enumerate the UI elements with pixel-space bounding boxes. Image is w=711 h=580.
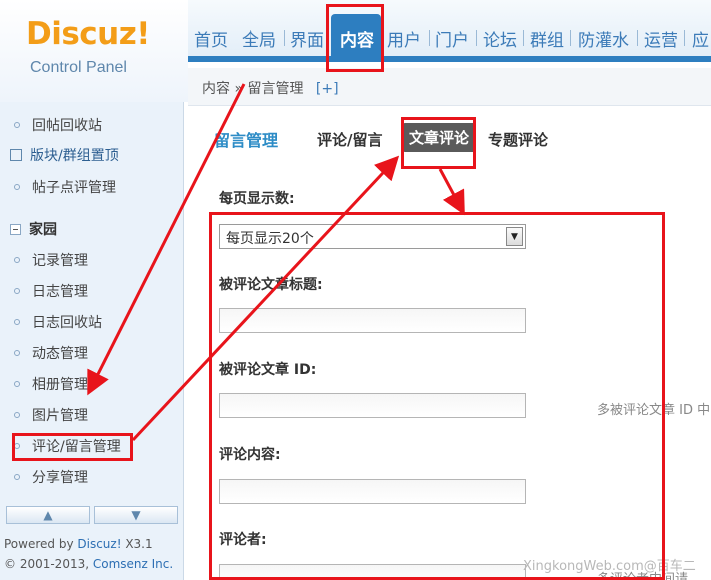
per-page-value: 每页显示20个 (226, 231, 314, 247)
sidebar-item-blogs[interactable]: 日志管理 (14, 281, 88, 301)
arrow-down-icon: ▼ (131, 508, 141, 522)
top-nav-item-apps[interactable]: 应 (688, 26, 711, 51)
top-nav-item-groups[interactable]: 群组 (526, 26, 568, 51)
page-title: 留言管理 (214, 131, 279, 150)
discuz-link[interactable]: Discuz! (77, 537, 121, 551)
per-page-select[interactable]: 每页显示20个 ▼ (219, 224, 526, 249)
sidebar-item-label: 动态管理 (32, 346, 88, 362)
top-nav-item-home[interactable]: 首页 (190, 26, 232, 51)
author-label: 评论者: (219, 532, 267, 548)
sidebar-item-block-sticky[interactable]: 版块/群组置顶 (10, 145, 119, 165)
sidebar-item-albums[interactable]: 相册管理 (14, 374, 88, 394)
sidebar-item-label: 日志管理 (32, 284, 88, 300)
scroll-up-button[interactable]: ▲ (6, 506, 90, 524)
nav-separator (284, 30, 285, 46)
sidebar-item-label: 评论/留言管理 (32, 439, 121, 455)
top-nav-item-content[interactable]: 内容 (336, 26, 378, 51)
sidebar-scroll-controls: ▲ ▼ (6, 506, 178, 524)
bullet-icon (14, 257, 20, 263)
bullet-icon (14, 122, 20, 128)
article-id-hint: 多被评论文章 ID 中 (597, 403, 711, 418)
top-nav-item-operations[interactable]: 运营 (640, 26, 682, 51)
sidebar-group-label: 家园 (29, 222, 57, 238)
copyright-prefix: © 2001-2013, (4, 557, 93, 571)
scroll-down-button[interactable]: ▼ (94, 506, 178, 524)
comsenz-link[interactable]: Comsenz Inc. (93, 557, 173, 571)
content-input[interactable] (219, 479, 526, 504)
sidebar-item-label: 帖子点评管理 (32, 180, 116, 196)
top-nav: 首页 全局 界面 内容 用户 门户 论坛 群组 防灌水 运营 应 (188, 0, 711, 62)
sidebar-item-blog-recycle[interactable]: 日志回收站 (14, 312, 102, 332)
sidebar-item-label: 回帖回收站 (32, 118, 102, 134)
breadcrumb-expand-button[interactable]: [+] (316, 81, 339, 97)
nav-separator (476, 30, 477, 46)
sidebar-item-label: 相册管理 (32, 377, 88, 393)
logo-subtitle: Control Panel (30, 59, 127, 76)
per-page-label: 每页显示数: (219, 191, 295, 207)
article-title-input[interactable] (219, 308, 526, 333)
arrow-up-icon: ▲ (43, 508, 53, 522)
sidebar-item-label: 版块/群组置顶 (30, 148, 119, 164)
sidebar-item-shares[interactable]: 分享管理 (14, 467, 88, 487)
main-content: 留言管理 评论/留言 文章评论 专题评论 每页显示数: 每页显示20个 ▼ 被评… (188, 107, 711, 580)
tab-article-comments[interactable]: 文章评论 (402, 123, 477, 152)
sidebar-item-reply-recycle[interactable]: 回帖回收站 (14, 115, 102, 135)
tab-comments-messages[interactable]: 评论/留言 (317, 129, 382, 150)
breadcrumb: 内容 » 留言管理 [+] (188, 68, 711, 106)
watermark: XingkongWeb.com@百车二 (523, 559, 696, 574)
sidebar-item-records[interactable]: 记录管理 (14, 250, 88, 270)
powered-version: X3.1 (121, 537, 153, 551)
sidebar-item-label: 记录管理 (32, 253, 88, 269)
top-nav-item-interface[interactable]: 界面 (286, 26, 328, 51)
bullet-icon (14, 350, 20, 356)
sidebar-item-comments[interactable]: 评论/留言管理 (14, 436, 121, 456)
sidebar-item-pictures[interactable]: 图片管理 (14, 405, 88, 425)
sidebar-item-label: 日志回收站 (32, 315, 102, 331)
nav-separator (570, 30, 571, 46)
sidebar-item-label: 分享管理 (32, 470, 88, 486)
bullet-icon (14, 474, 20, 480)
logo-area: Discuz! Control Panel (0, 0, 188, 102)
nav-separator (429, 30, 430, 46)
top-nav-item-portal[interactable]: 门户 (431, 26, 473, 51)
article-id-input[interactable] (219, 393, 526, 418)
dropdown-arrow-icon: ▼ (506, 227, 523, 246)
bullet-icon (14, 412, 20, 418)
article-id-label: 被评论文章 ID: (219, 362, 317, 378)
sidebar-item-label: 图片管理 (32, 408, 88, 424)
sub-tabs: 留言管理 评论/留言 文章评论 专题评论 (188, 107, 711, 165)
logo-brand: Discuz! (26, 16, 150, 52)
bullet-icon (14, 381, 20, 387)
sidebar-item-post-comments[interactable]: 帖子点评管理 (14, 177, 116, 197)
bullet-icon (14, 443, 20, 449)
top-nav-item-forum[interactable]: 论坛 (479, 26, 521, 51)
top-nav-item-antispam[interactable]: 防灌水 (574, 26, 633, 51)
powered-by: Powered by Discuz! X3.1 © 2001-2013, Com… (4, 534, 173, 574)
bullet-icon (14, 288, 20, 294)
content-label: 评论内容: (219, 447, 281, 463)
top-nav-item-global[interactable]: 全局 (238, 26, 280, 51)
nav-separator (684, 30, 685, 46)
bullet-icon (14, 184, 20, 190)
sidebar-item-feeds[interactable]: 动态管理 (14, 343, 88, 363)
powered-prefix: Powered by (4, 537, 78, 551)
nav-separator (523, 30, 524, 46)
bullet-icon (14, 319, 20, 325)
collapse-icon (10, 223, 21, 235)
sidebar-group-home[interactable]: 家园 (10, 219, 57, 239)
external-link-icon (10, 149, 22, 161)
article-title-label: 被评论文章标题: (219, 277, 323, 293)
sidebar: 回帖回收站 版块/群组置顶 帖子点评管理 家园 记录管理 日志管理 日志回收站 … (0, 102, 184, 580)
breadcrumb-path: 内容 » 留言管理 (202, 81, 304, 97)
nav-separator (637, 30, 638, 46)
top-nav-item-users[interactable]: 用户 (383, 26, 425, 51)
tab-topic-comments[interactable]: 专题评论 (488, 129, 548, 150)
author-input[interactable] (219, 564, 526, 580)
